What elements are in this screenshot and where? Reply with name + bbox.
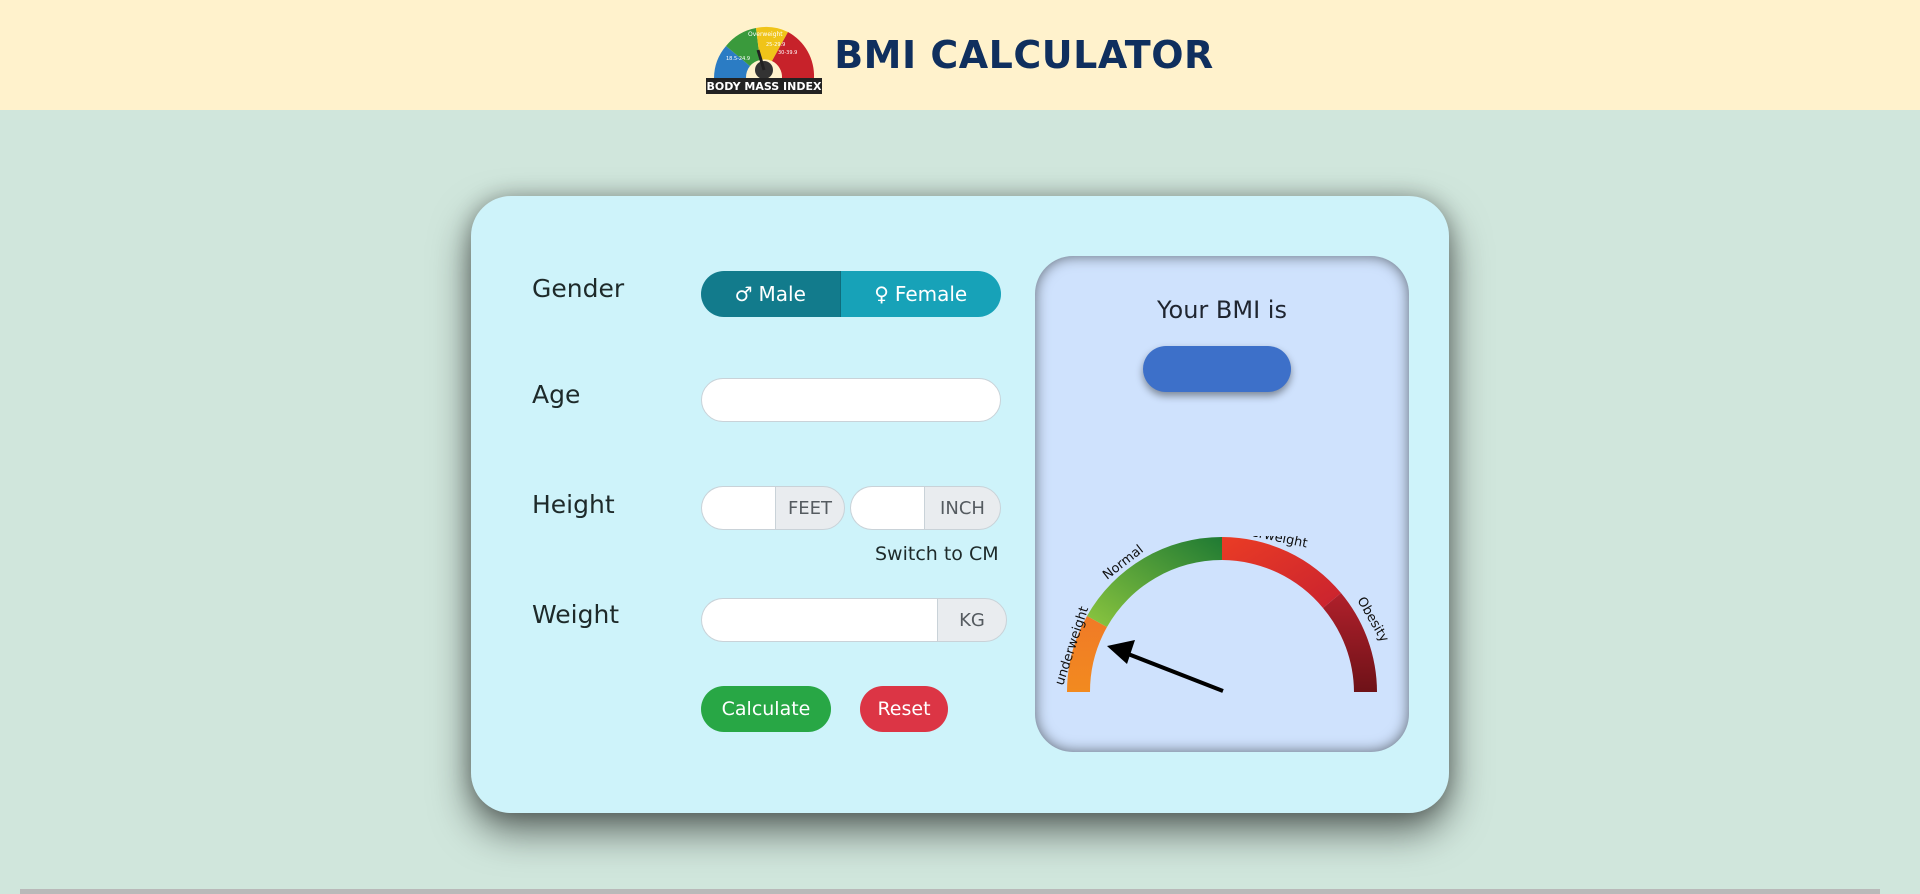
gauge-needle-arrow-icon — [1107, 640, 1224, 693]
feet-unit-addon: FEET — [775, 486, 845, 530]
male-button-label: Male — [758, 282, 806, 306]
height-label: Height — [532, 490, 615, 519]
gender-label: Gender — [532, 274, 625, 303]
gauge-segment-normal — [1087, 537, 1222, 627]
calculate-button[interactable]: Calculate — [701, 686, 831, 732]
gauge-segment-overweight — [1222, 537, 1341, 608]
female-symbol-icon: ♀ — [874, 282, 889, 306]
gender-toggle: ♂ Male ♀ Female — [701, 271, 1001, 317]
logo-segment-label: 18.5-24.9 — [726, 56, 750, 62]
logo-segment-label: 25-29.9 — [766, 42, 785, 48]
logo-text: BODY MASS INDEX — [707, 80, 822, 93]
result-panel: Your BMI is underweight Normal Overweigh… — [1035, 256, 1409, 752]
logo-segment-label: Overweight — [748, 31, 783, 38]
brand[interactable]: Overweight 25-29.9 30-39.9 18.5-24.9 BOD… — [706, 16, 1214, 94]
height-feet-input[interactable] — [701, 486, 777, 530]
header: Overweight 25-29.9 30-39.9 18.5-24.9 BOD… — [0, 0, 1920, 110]
height-inch-input[interactable] — [850, 486, 926, 530]
male-button[interactable]: ♂ Male — [701, 271, 840, 317]
reset-button[interactable]: Reset — [860, 686, 948, 732]
result-title: Your BMI is — [1157, 296, 1287, 324]
brand-title: BMI CALCULATOR — [834, 33, 1214, 77]
age-input[interactable] — [701, 378, 1001, 422]
inch-unit-addon: INCH — [924, 486, 1001, 530]
bmi-gauge-logo-icon: Overweight 25-29.9 30-39.9 18.5-24.9 BOD… — [706, 26, 823, 94]
female-button[interactable]: ♀ Female — [839, 271, 1001, 317]
horizontal-scrollbar[interactable] — [20, 889, 1880, 894]
bmi-card: Gender ♂ Male ♀ Female Age Height FEET I… — [471, 196, 1449, 813]
switch-to-cm-link[interactable]: Switch to CM — [875, 543, 999, 565]
bmi-gauge: underweight Normal Overweight Obesity — [1053, 536, 1392, 693]
female-button-label: Female — [894, 282, 968, 306]
male-symbol-icon: ♂ — [734, 282, 753, 306]
logo-segment-label: 30-39.9 — [778, 50, 797, 56]
kg-unit-addon: KG — [937, 598, 1007, 642]
age-label: Age — [532, 380, 581, 409]
weight-label: Weight — [532, 600, 620, 629]
weight-input[interactable] — [701, 598, 939, 642]
bmi-value-display — [1143, 346, 1291, 392]
